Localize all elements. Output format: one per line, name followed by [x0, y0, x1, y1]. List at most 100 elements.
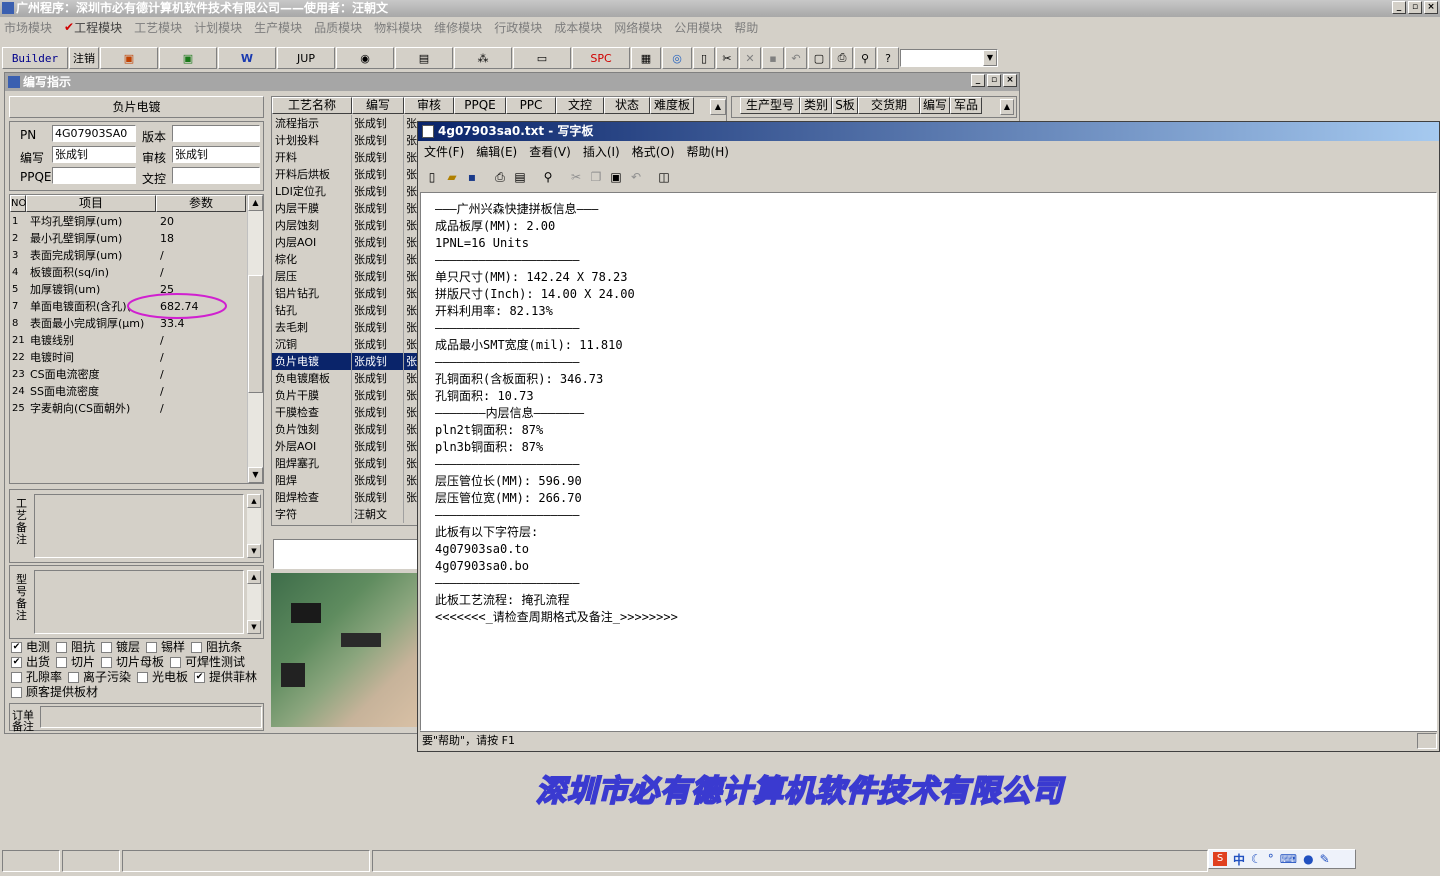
print-preview-icon[interactable]: ▤	[511, 168, 529, 186]
row-param[interactable]: /	[160, 264, 246, 281]
row-param[interactable]: 18	[160, 230, 246, 247]
wordpad-menu-item[interactable]: 帮助(H)	[687, 143, 729, 160]
row-param[interactable]: /	[160, 383, 246, 400]
process-row[interactable]: 负片干膜 张成钊张	[272, 387, 417, 404]
scroll-up-icon[interactable]: ▲	[1000, 99, 1014, 115]
menu-item[interactable]: 物料模块	[374, 19, 422, 36]
option-checkbox[interactable]: ✔ 出货	[11, 655, 50, 669]
process-col-header[interactable]: 工艺名称	[272, 97, 352, 114]
option-checkbox[interactable]: 锡样	[146, 640, 185, 654]
row-param[interactable]: 20	[160, 213, 246, 230]
print-icon[interactable]: ⎙	[831, 47, 853, 69]
params-row[interactable]: 3 表面完成铜厚(um) /	[10, 247, 248, 264]
eye-icon[interactable]: ◉	[336, 47, 394, 69]
process-row[interactable]: 内层蚀刻 张成钊张	[272, 217, 417, 234]
wordpad-menu-item[interactable]: 文件(F)	[424, 143, 464, 160]
process-row[interactable]: 阻焊检查 张成钊张	[272, 489, 417, 506]
note1-scrollbar[interactable]: ▲ ▼	[247, 494, 261, 558]
scroll-down-icon[interactable]: ▼	[247, 544, 261, 558]
open-icon[interactable]: ▰	[443, 168, 461, 186]
new-icon[interactable]: ▯	[423, 168, 441, 186]
checkbox-box[interactable]	[146, 642, 158, 653]
scroll-thumb[interactable]	[248, 275, 263, 393]
menu-item[interactable]: 公用模块	[674, 19, 722, 36]
checkbox-box[interactable]	[170, 657, 182, 668]
computer-icon[interactable]: ▭	[513, 47, 571, 69]
process-row[interactable]: 负电镀磨板 张成钊张	[272, 370, 417, 387]
punctuation-icon[interactable]: °	[1268, 852, 1274, 866]
scroll-down-icon[interactable]: ▼	[248, 467, 263, 483]
process-col-header[interactable]: 文控	[556, 97, 604, 114]
wordpad-menu-item[interactable]: 格式(O)	[632, 143, 675, 160]
option-checkbox[interactable]: ✔ 提供菲林	[194, 670, 257, 684]
scroll-up-icon[interactable]: ▲	[247, 494, 261, 508]
wordpad-text-area[interactable]: ———广州兴森快捷拼板信息——— 成品板厚(MM): 2.00 1PNL=16 Un…	[420, 192, 1437, 731]
process-row[interactable]: 计划投料 张成钊张	[272, 132, 417, 149]
process-note-field[interactable]	[34, 494, 244, 558]
process-row[interactable]: 钻孔 张成钊张	[272, 302, 417, 319]
option-checkbox[interactable]: 阻抗条	[191, 640, 242, 654]
process-row[interactable]: 开料 张成钊张	[272, 149, 417, 166]
params-row[interactable]: 24 SS面电流密度 /	[10, 383, 248, 400]
checkbox-box[interactable]	[11, 672, 22, 683]
option-checkbox[interactable]: 光电板	[137, 670, 188, 684]
process-row[interactable]: 干膜检查 张成钊张	[272, 404, 417, 421]
process-row[interactable]: 字符 汪朝文	[272, 506, 417, 523]
browser-icon[interactable]: ◎	[662, 47, 692, 69]
row-param[interactable]: /	[160, 366, 246, 383]
params-row[interactable]: 1 平均孔壁铜厚(um) 20	[10, 213, 248, 230]
order-note-field[interactable]	[40, 706, 262, 728]
option-checkbox[interactable]: 镀层	[101, 640, 140, 654]
process-col-header[interactable]: 状态	[604, 97, 650, 114]
params-scrollbar[interactable]: ▲ ▼	[247, 195, 263, 483]
menu-item[interactable]: 品质模块	[314, 19, 362, 36]
process-row[interactable]: 层压 张成钊张	[272, 268, 417, 285]
process-search-field[interactable]	[273, 539, 419, 569]
menu-item[interactable]: 帮助	[734, 19, 758, 36]
menu-item[interactable]: 市场模块	[4, 19, 52, 36]
scroll-down-icon[interactable]: ▼	[247, 620, 261, 634]
model-note-field[interactable]	[34, 570, 244, 634]
scroll-up-icon[interactable]: ▲	[247, 570, 261, 584]
menu-item[interactable]: 行政模块	[494, 19, 542, 36]
powerpoint-icon[interactable]: ▣	[100, 47, 158, 69]
undo-icon[interactable]: ↶	[627, 168, 645, 186]
process-row[interactable]: 棕化 张成钊张	[272, 251, 417, 268]
menu-item[interactable]: 工程模块	[74, 19, 122, 36]
pn-field[interactable]: 4G07903SA0	[52, 125, 136, 142]
process-row[interactable]: 去毛刺 张成钊张	[272, 319, 417, 336]
checkbox-box[interactable]	[68, 672, 80, 683]
calculator-icon[interactable]: ▦	[631, 47, 661, 69]
row-param[interactable]: /	[160, 400, 246, 417]
logout-button[interactable]: 注销	[69, 47, 99, 69]
resize-grip[interactable]	[1417, 733, 1437, 749]
option-checkbox[interactable]: 切片	[56, 655, 95, 669]
option-checkbox[interactable]: ✔ 电测	[11, 640, 50, 654]
params-row[interactable]: 25 字麦朝向(CS面朝外) /	[10, 400, 248, 417]
menu-item[interactable]: 工艺模块	[134, 19, 182, 36]
checkbox-box[interactable]	[137, 672, 149, 683]
process-row[interactable]: LDI定位孔 张成钊张	[272, 183, 417, 200]
process-row[interactable]: 外层AOI 张成钊张	[272, 438, 417, 455]
checkbox-box[interactable]	[11, 687, 22, 698]
cut-icon[interactable]: ✂	[716, 47, 738, 69]
checkbox-box[interactable]	[56, 642, 68, 653]
copy-icon[interactable]: ❐	[587, 168, 605, 186]
checkbox-box[interactable]	[101, 642, 113, 653]
menu-item[interactable]: 生产模块	[254, 19, 302, 36]
database-icon[interactable]: ▤	[395, 47, 453, 69]
model-col-header[interactable]: 军品	[950, 97, 982, 114]
ime-toolbar[interactable]: S 中 ☾ ° ⌨ ● ✎	[1208, 849, 1356, 869]
process-row[interactable]: 铝片钻孔 张成钊张	[272, 285, 417, 302]
wordpad-menu-item[interactable]: 查看(V)	[529, 143, 571, 160]
checkbox-box[interactable]	[56, 657, 68, 668]
option-checkbox[interactable]: 孔隙率	[11, 670, 62, 684]
process-row[interactable]: 开料后烘板 张成钊张	[272, 166, 417, 183]
version-field[interactable]	[172, 125, 260, 142]
doc-control-field[interactable]	[172, 167, 260, 184]
process-col-header[interactable]: PPC	[506, 97, 556, 114]
paste-icon[interactable]: ▣	[607, 168, 625, 186]
spc-button[interactable]: SPC	[572, 47, 630, 69]
keyboard-icon[interactable]: ⌨	[1280, 852, 1297, 866]
window-close-button[interactable]: ×	[1003, 74, 1017, 87]
